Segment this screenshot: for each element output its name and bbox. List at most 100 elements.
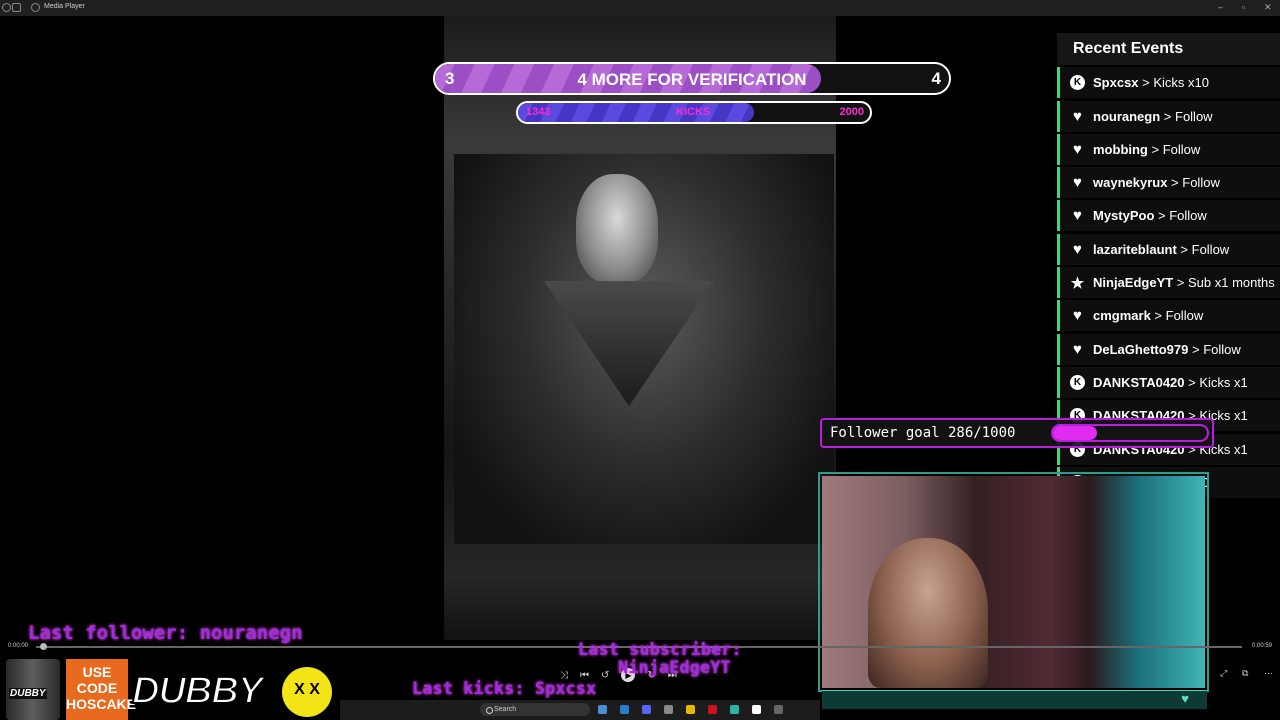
event-separator: > xyxy=(1184,374,1200,390)
kicks-label: KICKS xyxy=(676,106,711,118)
event-action: Kicks x1 xyxy=(1199,374,1248,390)
event-user: lazariteblaunt xyxy=(1093,241,1177,257)
heart-icon: ♥ xyxy=(1073,140,1082,158)
event-item: K Spxcsx > Kicks x10 xyxy=(1057,67,1280,99)
dubby-can-image: DUBBY xyxy=(6,659,60,720)
heart-icon: ♥ xyxy=(1073,107,1082,125)
last-kicks-text: Last kicks: Spxcsx xyxy=(412,679,597,699)
event-item: ♥ cmgmark > Follow xyxy=(1057,300,1280,332)
follower-goal-fill xyxy=(1053,426,1098,440)
event-user: DANKSTA0420 xyxy=(1093,374,1185,390)
verification-goal-bar: 3 4 MORE FOR VERIFICATION 4 xyxy=(433,62,951,95)
seek-knob[interactable] xyxy=(39,643,47,650)
event-item: ♥ nouranegn > Follow xyxy=(1057,100,1280,132)
last-subscriber-text: Last subscriber: NinjaEdgeYT xyxy=(578,641,742,677)
media-player-icon[interactable] xyxy=(774,705,783,714)
event-user: mobbing xyxy=(1093,141,1148,157)
event-user: cmgmark xyxy=(1093,308,1151,324)
edge-icon[interactable] xyxy=(620,705,629,714)
event-item: ★ NinjaEdgeYT > Sub x1 months xyxy=(1057,267,1280,299)
event-action: Follow xyxy=(1191,241,1230,257)
discord-icon[interactable] xyxy=(642,705,651,714)
event-user: nouranegn xyxy=(1093,108,1161,124)
webcam-bottom-bar: ♥ xyxy=(822,690,1207,709)
dubby-logo: DUBBY xyxy=(131,669,264,713)
event-item: ♥ waynekyrux > Follow xyxy=(1057,167,1280,199)
event-action: Follow xyxy=(1175,108,1213,124)
sponsor-code-badge: USE CODE HOSCAKE xyxy=(66,659,136,720)
minimize-icon[interactable]: – xyxy=(1218,2,1223,12)
event-user: NinjaEdgeYT xyxy=(1093,275,1174,291)
event-action: Kicks x10 xyxy=(1153,75,1210,91)
dubby-face-icon: X X xyxy=(282,667,332,717)
event-separator: > xyxy=(1147,141,1163,157)
event-item: ♥ DeLaGhetto979 > Follow xyxy=(1057,333,1280,365)
event-action: Follow xyxy=(1203,341,1241,357)
event-separator: > xyxy=(1167,175,1183,191)
heart-icon: ♥ xyxy=(1073,307,1082,325)
back-icon[interactable] xyxy=(2,3,11,12)
search-icon xyxy=(486,707,493,714)
event-separator: > xyxy=(1154,208,1170,224)
event-item: ♥ mobbing > Follow xyxy=(1057,133,1280,165)
event-separator: > xyxy=(1188,341,1204,357)
event-separator: > xyxy=(1150,308,1166,324)
taskbar-search[interactable]: Search xyxy=(480,703,590,716)
event-item: ♥ lazariteblaunt > Follow xyxy=(1057,233,1280,265)
file-explorer-icon[interactable] xyxy=(598,705,607,714)
follower-goal-label: Follower goal 286/1000 xyxy=(830,425,1016,441)
home-icon[interactable] xyxy=(12,3,21,12)
miniplayer-icon[interactable]: ⧉ xyxy=(1242,668,1248,679)
kick-icon: K xyxy=(1070,75,1085,91)
event-separator: > xyxy=(1176,241,1192,257)
close-icon[interactable]: ✕ xyxy=(1264,2,1272,13)
event-separator: > xyxy=(1138,75,1154,91)
event-item: K DANKSTA0420 > Kicks x1 xyxy=(1057,366,1280,398)
media-player-app-icon xyxy=(31,3,40,12)
event-user: waynekyrux xyxy=(1093,175,1168,191)
event-separator: > xyxy=(1173,275,1189,291)
kicks-current: 1343 xyxy=(526,106,551,118)
window-title-bar: Media Player – ▫ ✕ xyxy=(0,0,1280,16)
kicks-target: 2000 xyxy=(839,106,864,118)
more-options-icon[interactable]: ⋯ xyxy=(1264,668,1273,679)
event-action: Follow xyxy=(1182,175,1220,191)
chrome-icon[interactable] xyxy=(686,705,695,714)
event-item: ♥ MystyPoo > Follow xyxy=(1057,200,1280,232)
follower-goal-widget: Follower goal 286/1000 xyxy=(820,418,1214,448)
last-follower-text: Last follower: nouranegn xyxy=(28,622,303,644)
app-icon[interactable] xyxy=(708,705,717,714)
heart-icon: ♥ xyxy=(1073,207,1082,225)
follower-goal-track xyxy=(1051,424,1209,442)
event-action: Follow xyxy=(1169,208,1207,224)
webcam-frame xyxy=(818,472,1209,692)
kicks-progress-fill xyxy=(518,103,754,122)
recent-events-title: Recent Events xyxy=(1057,33,1280,65)
tiktok-icon[interactable] xyxy=(752,705,761,714)
dubby-can-label: DUBBY xyxy=(9,688,47,699)
event-action: Follow xyxy=(1162,141,1201,157)
taskbar: Search xyxy=(340,700,820,720)
heart-icon: ♥ xyxy=(1073,240,1082,258)
time-current: 0:00:00 xyxy=(8,643,29,649)
kick-icon: K xyxy=(1070,374,1085,390)
kicks-goal-bar: 1343 KICKS 2000 xyxy=(516,101,872,124)
event-action: Sub x1 months xyxy=(1188,275,1275,291)
event-user: Spxcsx xyxy=(1093,75,1139,91)
window-title: Media Player xyxy=(44,3,85,10)
time-total: 0:00:59 xyxy=(1252,643,1273,649)
star-icon: ★ xyxy=(1070,274,1085,292)
app-icon[interactable] xyxy=(730,705,739,714)
event-user: MystyPoo xyxy=(1093,208,1155,224)
last-subscriber-label: Last subscriber: xyxy=(578,640,742,660)
heart-icon: ♥ xyxy=(1181,691,1189,706)
verification-next-level: 4 xyxy=(931,69,941,88)
last-subscriber-name: NinjaEdgeYT xyxy=(618,658,731,678)
heart-icon: ♥ xyxy=(1073,174,1082,192)
fullscreen-icon[interactable]: ⤢ xyxy=(1220,668,1227,679)
obs-icon[interactable] xyxy=(664,705,673,714)
verification-label: 4 MORE FOR VERIFICATION xyxy=(577,70,807,89)
pilot-face-image xyxy=(576,174,658,284)
maximize-icon[interactable]: ▫ xyxy=(1242,2,1245,12)
heart-icon: ♥ xyxy=(1073,340,1082,358)
